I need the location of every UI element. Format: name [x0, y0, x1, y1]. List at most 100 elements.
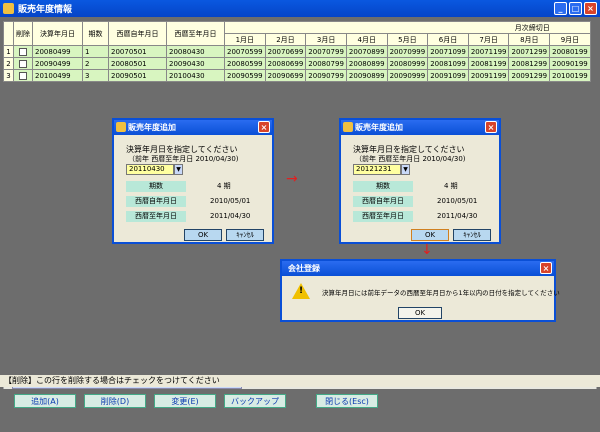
alert-close-button[interactable]: × [540, 262, 552, 274]
close-button[interactable]: 閉じる(Esc) [316, 394, 378, 408]
month-cell[interactable]: 20091199 [467, 69, 510, 82]
from-value: 2010/05/01 [437, 197, 478, 205]
month-cell[interactable]: 20081099 [427, 57, 469, 70]
month-cell[interactable]: 20091299 [508, 69, 551, 82]
month-cell[interactable]: 20090199 [549, 57, 591, 70]
alert-titlebar: 会社登録 × [282, 261, 554, 276]
dialog-previous-info: （前年 西暦至年月日 2010/04/30) [355, 155, 466, 163]
to-label: 西暦至年月日 [353, 211, 413, 222]
alert-ok-button[interactable]: OK [398, 307, 442, 319]
checkbox[interactable] [19, 59, 27, 68]
period-label: 期数 [353, 181, 413, 192]
to-value: 2011/04/30 [210, 212, 251, 220]
alert-message: 決算年月日には前年データの西暦至年月日から1年以内の日付を指定してください [322, 289, 560, 297]
to-cell[interactable]: 20080430 [166, 45, 225, 58]
minimize-button[interactable]: _ [554, 2, 567, 15]
from-cell[interactable]: 20070501 [108, 45, 167, 58]
maximize-button[interactable]: □ [569, 2, 582, 15]
month-cell[interactable]: 20090899 [345, 69, 388, 82]
change-button[interactable]: 変更(E) [154, 394, 216, 408]
month-cell[interactable]: 20071099 [427, 45, 469, 58]
add-year-dialog-2: 販売年度追加 × 決算年月日を指定してください （前年 西暦至年月日 2010/0… [339, 118, 501, 244]
row-number[interactable]: 3 [3, 69, 14, 82]
from-cell[interactable]: 20080501 [108, 57, 167, 70]
month-cell[interactable]: 20090799 [305, 69, 347, 82]
dialog-title: 販売年度追加 [355, 123, 403, 132]
checkbox[interactable] [19, 71, 27, 80]
month-cell[interactable]: 20070599 [224, 45, 266, 58]
chevron-down-icon[interactable]: ▼ [174, 164, 183, 175]
add-button[interactable]: 追加(A) [14, 394, 76, 408]
row-number[interactable]: 2 [3, 57, 14, 70]
month-cell[interactable]: 20071299 [508, 45, 551, 58]
warning-icon: ! [292, 283, 310, 299]
period-label: 期数 [126, 181, 186, 192]
col-month: 9月日 [549, 33, 591, 46]
delete-checkbox[interactable] [13, 69, 33, 82]
col-month: 8月日 [508, 33, 551, 46]
month-cell[interactable]: 20090599 [224, 69, 266, 82]
settle-date-input[interactable]: 20110430 [126, 164, 174, 175]
month-cell[interactable]: 20080999 [386, 57, 429, 70]
button-bar: 追加(A) 削除(D) 変更(E) バックアップ 閉じる(Esc) [0, 389, 600, 415]
settle-cell[interactable]: 20090499 [32, 57, 83, 70]
delete-button[interactable]: 削除(D) [84, 394, 146, 408]
settle-cell[interactable]: 20100499 [32, 69, 83, 82]
dialog-icon [116, 122, 126, 132]
fiscal-year-grid: 削除 決算年月日 期数 西暦自年月日 西暦至年月日 月次締切日 1月日 2月日 3月… [3, 21, 591, 82]
table-row[interactable]: 3 20100499 3 20090501 20100430 20090599 200906… [3, 69, 591, 82]
month-cell[interactable]: 20080699 [264, 57, 307, 70]
dialog-icon [343, 122, 353, 132]
settle-cell[interactable]: 20080499 [32, 45, 83, 58]
month-cell[interactable]: 20081299 [508, 57, 551, 70]
grid-corner [3, 21, 14, 46]
period-cell[interactable]: 2 [82, 57, 109, 70]
col-month: 7月日 [467, 33, 510, 46]
to-value: 2011/04/30 [437, 212, 478, 220]
dialog-close-button[interactable]: × [485, 121, 497, 133]
arrow-down-icon: ↓ [421, 242, 433, 258]
chevron-down-icon[interactable]: ▼ [401, 164, 410, 175]
month-cell[interactable]: 20070799 [305, 45, 347, 58]
dialog-titlebar: 販売年度追加 × [114, 120, 272, 135]
period-cell[interactable]: 3 [82, 69, 109, 82]
cancel-button[interactable]: ｷｬﾝｾﾙ [226, 229, 264, 241]
checkbox[interactable] [19, 47, 27, 56]
month-cell[interactable]: 20100199 [549, 69, 591, 82]
close-window-button[interactable]: × [584, 2, 597, 15]
row-number[interactable]: 1 [3, 45, 14, 58]
ok-button[interactable]: OK [411, 229, 449, 241]
backup-button[interactable]: バックアップ [224, 394, 286, 408]
company-alert-dialog: 会社登録 × ! 決算年月日には前年データの西暦至年月日から1年以内の日付を指定し… [280, 259, 560, 322]
month-cell[interactable]: 20070699 [264, 45, 307, 58]
month-cell[interactable]: 20090999 [386, 69, 429, 82]
month-cell[interactable]: 20070999 [386, 45, 429, 58]
month-cell[interactable]: 20080199 [549, 45, 591, 58]
to-cell[interactable]: 20100430 [166, 69, 225, 82]
delete-checkbox[interactable] [13, 57, 33, 70]
table-row[interactable]: 2 20090499 2 20080501 20090430 20080599 200806… [3, 57, 591, 70]
from-cell[interactable]: 20090501 [108, 69, 167, 82]
month-cell[interactable]: 20070899 [345, 45, 388, 58]
month-cell[interactable]: 20080799 [305, 57, 347, 70]
table-row[interactable]: 1 20080499 1 20070501 20080430 20070599 200706… [3, 45, 591, 58]
dialog-titlebar: 販売年度追加 × [341, 120, 499, 135]
col-settle: 決算年月日 [32, 21, 83, 46]
month-cell[interactable]: 20080899 [345, 57, 388, 70]
period-cell[interactable]: 1 [82, 45, 109, 58]
ok-button[interactable]: OK [184, 229, 222, 241]
cancel-button[interactable]: ｷｬﾝｾﾙ [453, 229, 491, 241]
month-cell[interactable]: 20090699 [264, 69, 307, 82]
month-cell[interactable]: 20081199 [467, 57, 510, 70]
month-cell[interactable]: 20071199 [467, 45, 510, 58]
window-titlebar: 販売年度情報 _ □ × [0, 0, 600, 17]
month-cell[interactable]: 20080599 [224, 57, 266, 70]
col-month: 4月日 [345, 33, 388, 46]
dialog-close-button[interactable]: × [258, 121, 270, 133]
col-period: 期数 [82, 21, 109, 46]
settle-date-input[interactable]: 20121231 [353, 164, 401, 175]
month-cell[interactable]: 20091099 [427, 69, 469, 82]
delete-checkbox[interactable] [13, 45, 33, 58]
to-cell[interactable]: 20090430 [166, 57, 225, 70]
col-month: 2月日 [264, 33, 307, 46]
